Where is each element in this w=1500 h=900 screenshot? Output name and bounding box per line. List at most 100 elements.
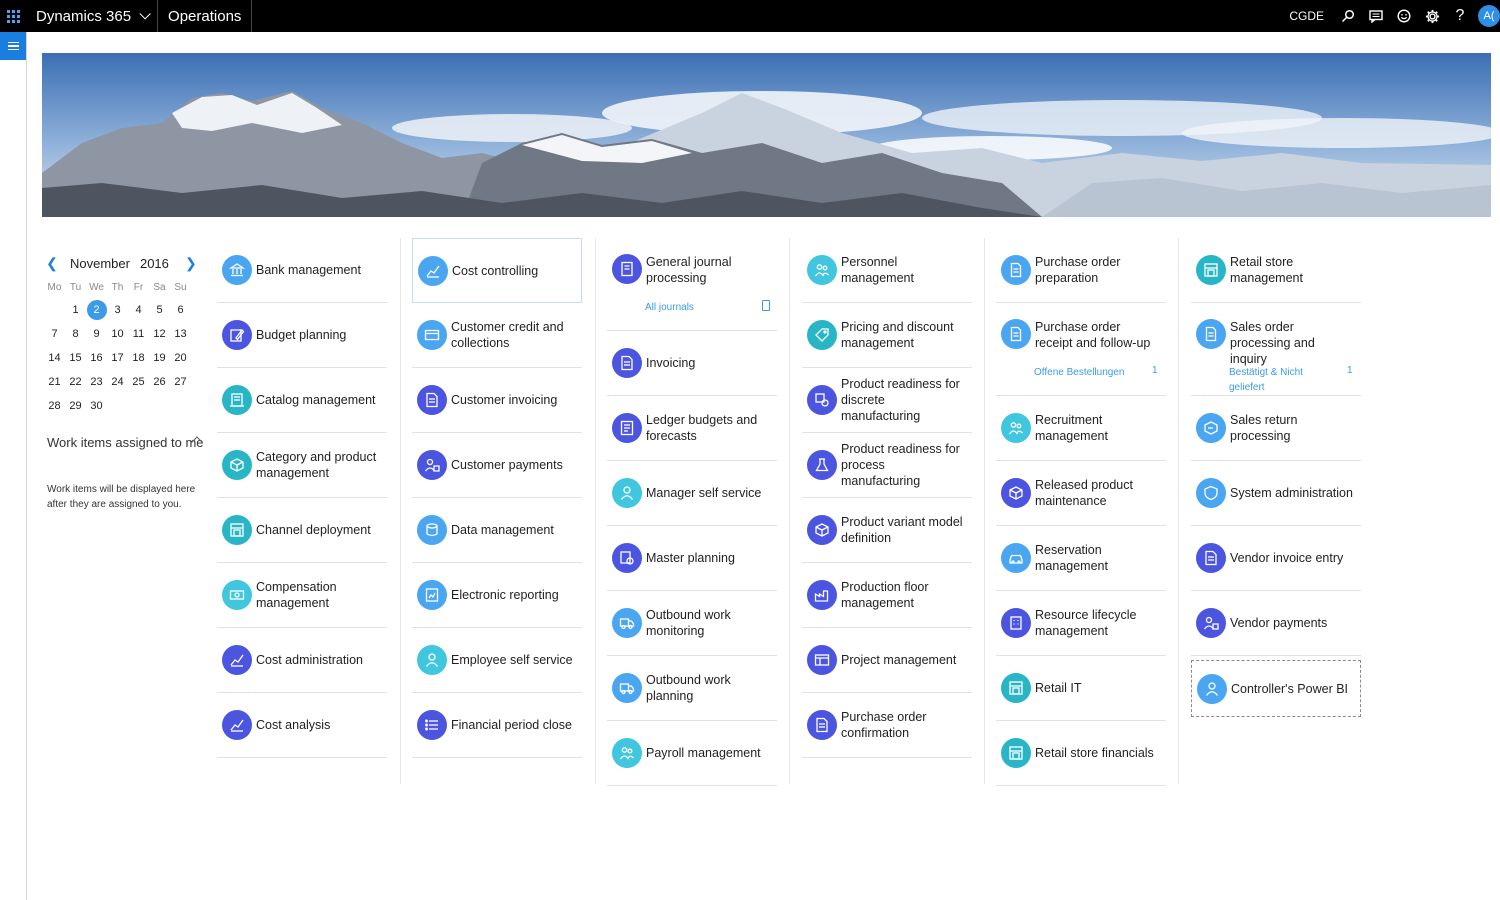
calendar-day[interactable]: 22: [65, 371, 86, 393]
tile-link[interactable]: Offene Bestellungen: [1034, 365, 1129, 380]
workspace-tile[interactable]: Resource lifecycle management: [996, 591, 1166, 656]
workspace-tile[interactable]: Production floor management: [802, 563, 972, 628]
workspace-tile[interactable]: Employee self service: [412, 628, 582, 693]
calendar-day[interactable]: 8: [65, 323, 86, 345]
workspace-tile[interactable]: Payroll management: [607, 721, 777, 786]
workspace-tile[interactable]: Catalog management: [217, 368, 387, 433]
workspace-tile[interactable]: Personnel management: [802, 238, 972, 303]
workspace-tile[interactable]: Retail store management: [1191, 238, 1361, 303]
workspace-tile[interactable]: Customer credit and collections: [412, 303, 582, 368]
workspace-tile[interactable]: Outbound work monitoring: [607, 591, 777, 656]
search-icon[interactable]: [1334, 0, 1362, 32]
calendar-day[interactable]: 11: [128, 323, 149, 345]
calendar-day[interactable]: 2: [86, 300, 107, 320]
workspace-tile[interactable]: Channel deployment: [217, 498, 387, 563]
workspace-tile[interactable]: System administration: [1191, 461, 1361, 526]
workspace-tile[interactable]: Invoicing: [607, 331, 777, 396]
hamburger-menu-icon[interactable]: [0, 32, 26, 60]
workspace-tile[interactable]: Customer payments: [412, 433, 582, 498]
workspace-tile[interactable]: Purchase order preparation: [996, 238, 1166, 303]
calendar-grid: Mo Tu We Th Fr Sa Su 1 2 3 4 5 6 7 8 9 10 11 12 13 14 15 16 17 1…: [44, 279, 204, 417]
workspace-tile[interactable]: Ledger budgets and forecasts: [607, 396, 777, 461]
tile-count: 1: [1152, 365, 1158, 376]
workspace-tile[interactable]: General journal processing All journals: [607, 238, 777, 331]
calendar-day[interactable]: 14: [44, 347, 65, 369]
workspace-tile[interactable]: Pricing and discount management: [802, 303, 972, 368]
tile-link[interactable]: All journals: [645, 300, 740, 315]
calendar-day[interactable]: 27: [170, 371, 191, 393]
workspace-tile[interactable]: Recruitment management: [996, 396, 1166, 461]
calendar-day[interactable]: 16: [86, 347, 107, 369]
calendar-day[interactable]: 17: [107, 347, 128, 369]
previous-month-icon[interactable]: ❮: [44, 255, 60, 272]
calendar-day[interactable]: 12: [149, 323, 170, 345]
workspace-tile[interactable]: Purchase order confirmation: [802, 693, 972, 758]
calendar-day[interactable]: 15: [65, 347, 86, 369]
workspace-tile[interactable]: Compensation management: [217, 563, 387, 628]
avatar[interactable]: A(: [1478, 5, 1500, 27]
tile-label: Master planning: [646, 551, 735, 565]
calendar-day[interactable]: 25: [128, 371, 149, 393]
settings-gear-icon[interactable]: [1418, 0, 1446, 32]
calendar-day[interactable]: 26: [149, 371, 170, 393]
workspace-tile[interactable]: Sales order processing and inquiry Bestät…: [1191, 303, 1361, 396]
workspace-tile[interactable]: Purchase order receipt and follow-up Offe…: [996, 303, 1166, 396]
workspace-tile[interactable]: Category and product management: [217, 433, 387, 498]
calendar-day[interactable]: 19: [149, 347, 170, 369]
invoice-icon: [1196, 543, 1226, 573]
calendar-day[interactable]: 1: [65, 299, 86, 321]
calendar-day[interactable]: 3: [107, 299, 128, 321]
workspace-tile[interactable]: Product readiness for discrete manufactu…: [802, 368, 972, 433]
calendar-day[interactable]: 30: [86, 395, 107, 417]
calendar-day[interactable]: 6: [170, 299, 191, 321]
workspace-tile[interactable]: Project management: [802, 628, 972, 693]
next-month-icon[interactable]: ❯: [183, 255, 199, 272]
calendar-day[interactable]: 20: [170, 347, 191, 369]
workspace-tile[interactable]: Data management: [412, 498, 582, 563]
messages-icon[interactable]: [1362, 0, 1390, 32]
workspace-tile[interactable]: Vendor invoice entry: [1191, 526, 1361, 591]
calendar-day[interactable]: 28: [44, 395, 65, 417]
cube-icon: [1001, 478, 1031, 508]
brand-menu[interactable]: Dynamics 365: [26, 0, 159, 32]
calendar-day[interactable]: 10: [107, 323, 128, 345]
workspace-tile[interactable]: Vendor payments: [1191, 591, 1361, 656]
calendar-day[interactable]: 7: [44, 323, 65, 345]
calendar-day[interactable]: 29: [65, 395, 86, 417]
workspace-tile[interactable]: Bank management: [217, 238, 387, 303]
workspace-tile[interactable]: Electronic reporting: [412, 563, 582, 628]
workspace-tile[interactable]: Retail IT: [996, 656, 1166, 721]
workspace-tile[interactable]: Customer invoicing: [412, 368, 582, 433]
workspace-tile[interactable]: Released product maintenance: [996, 461, 1166, 526]
company-picker[interactable]: CGDE: [1289, 9, 1324, 23]
workspace-tile[interactable]: Master planning: [607, 526, 777, 591]
workspace-tile[interactable]: Cost administration: [217, 628, 387, 693]
pin-icon[interactable]: [762, 300, 770, 311]
workspace-tile[interactable]: Financial period close: [412, 693, 582, 758]
workspace-tile[interactable]: Reservation management: [996, 526, 1166, 591]
workspace-tile[interactable]: Product readiness for process manufactur…: [802, 433, 972, 498]
calendar-day[interactable]: 5: [149, 299, 170, 321]
app-launcher-icon[interactable]: [0, 0, 26, 32]
help-icon[interactable]: ?: [1446, 0, 1474, 32]
workspace-tile[interactable]: Cost controlling: [412, 238, 582, 303]
workspace-tile[interactable]: Outbound work planning: [607, 656, 777, 721]
workspace-tile[interactable]: Controller's Power BI: [1191, 660, 1361, 717]
calendar-day[interactable]: 23: [86, 371, 107, 393]
workspace-tile[interactable]: Product variant model definition: [802, 498, 972, 563]
calendar-day[interactable]: 18: [128, 347, 149, 369]
calendar-day[interactable]: 9: [86, 323, 107, 345]
calendar-day[interactable]: 13: [170, 323, 191, 345]
calendar-day[interactable]: 24: [107, 371, 128, 393]
calendar-day[interactable]: 21: [44, 371, 65, 393]
workspace-tile[interactable]: Budget planning: [217, 303, 387, 368]
workspace-tile[interactable]: Manager self service: [607, 461, 777, 526]
feedback-smiley-icon[interactable]: [1390, 0, 1418, 32]
workspace-tile[interactable]: Retail store financials: [996, 721, 1166, 786]
car-icon: [1001, 543, 1031, 573]
workspace-tile[interactable]: Sales return processing: [1191, 396, 1361, 461]
chart-icon: [418, 255, 448, 286]
calendar-day[interactable]: 4: [128, 299, 149, 321]
tile-link[interactable]: Bestätigt & Nicht geliefert: [1229, 365, 1324, 395]
workspace-tile[interactable]: Cost analysis: [217, 693, 387, 758]
